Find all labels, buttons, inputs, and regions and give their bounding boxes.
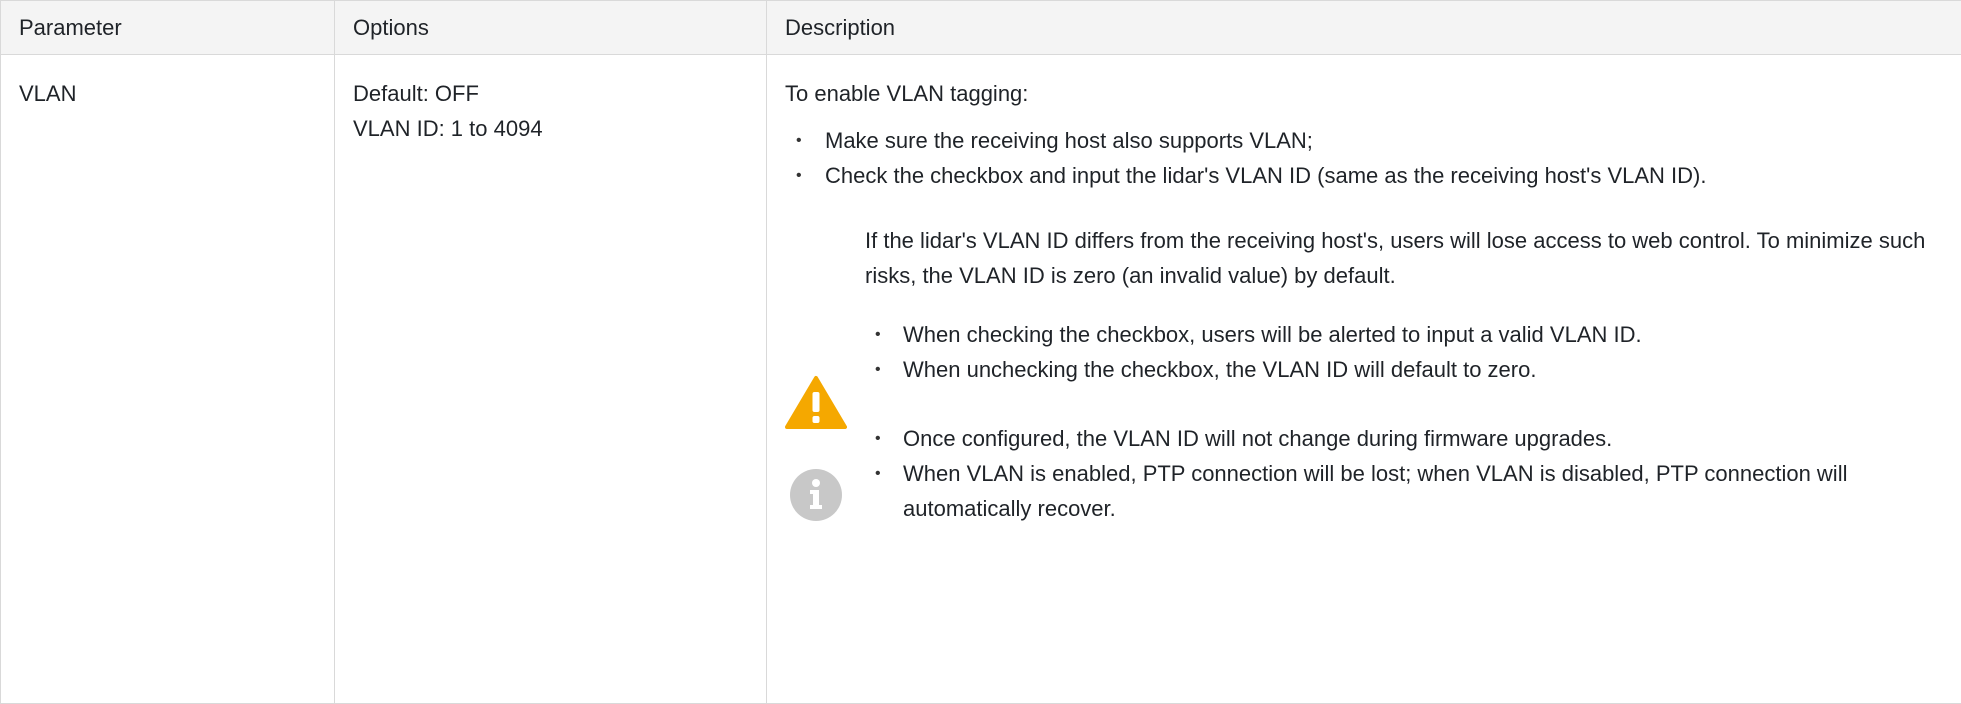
description-cell: To enable VLAN tagging: Make sure the re… [767, 55, 1961, 704]
parameter-cell: VLAN [1, 55, 335, 704]
list-item: When unchecking the checkbox, the VLAN I… [865, 352, 1943, 387]
header-description: Description [767, 1, 1961, 55]
list-item: Once configured, the VLAN ID will not ch… [865, 421, 1943, 456]
description-intro: To enable VLAN tagging: [785, 76, 1943, 111]
steps-list: Make sure the receiving host also suppor… [785, 123, 1943, 193]
table-header-row: Parameter Options Description [1, 1, 1961, 55]
option-default: Default: OFF [353, 76, 748, 111]
options-cell: Default: OFF VLAN ID: 1 to 4094 [335, 55, 767, 704]
header-options: Options [335, 1, 767, 55]
parameter-table: Parameter Options Description VLAN Defau… [0, 0, 1961, 704]
header-parameter: Parameter [1, 1, 335, 55]
warning-text: If the lidar's VLAN ID differs from the … [865, 223, 1943, 293]
info-admonition: Once configured, the VLAN ID will not ch… [785, 421, 1943, 526]
list-item: When checking the checkbox, users will b… [865, 317, 1943, 352]
option-range: VLAN ID: 1 to 4094 [353, 111, 748, 146]
note-list: Once configured, the VLAN ID will not ch… [865, 421, 1943, 526]
warning-admonition: If the lidar's VLAN ID differs from the … [785, 223, 1943, 387]
list-item: Check the checkbox and input the lidar's… [785, 158, 1943, 193]
warning-list: When checking the checkbox, users will b… [865, 317, 1943, 387]
table-row: VLAN Default: OFF VLAN ID: 1 to 4094 To … [1, 55, 1961, 704]
list-item: When VLAN is enabled, PTP connection wil… [865, 456, 1943, 526]
list-item: Make sure the receiving host also suppor… [785, 123, 1943, 158]
info-icon [789, 468, 843, 522]
